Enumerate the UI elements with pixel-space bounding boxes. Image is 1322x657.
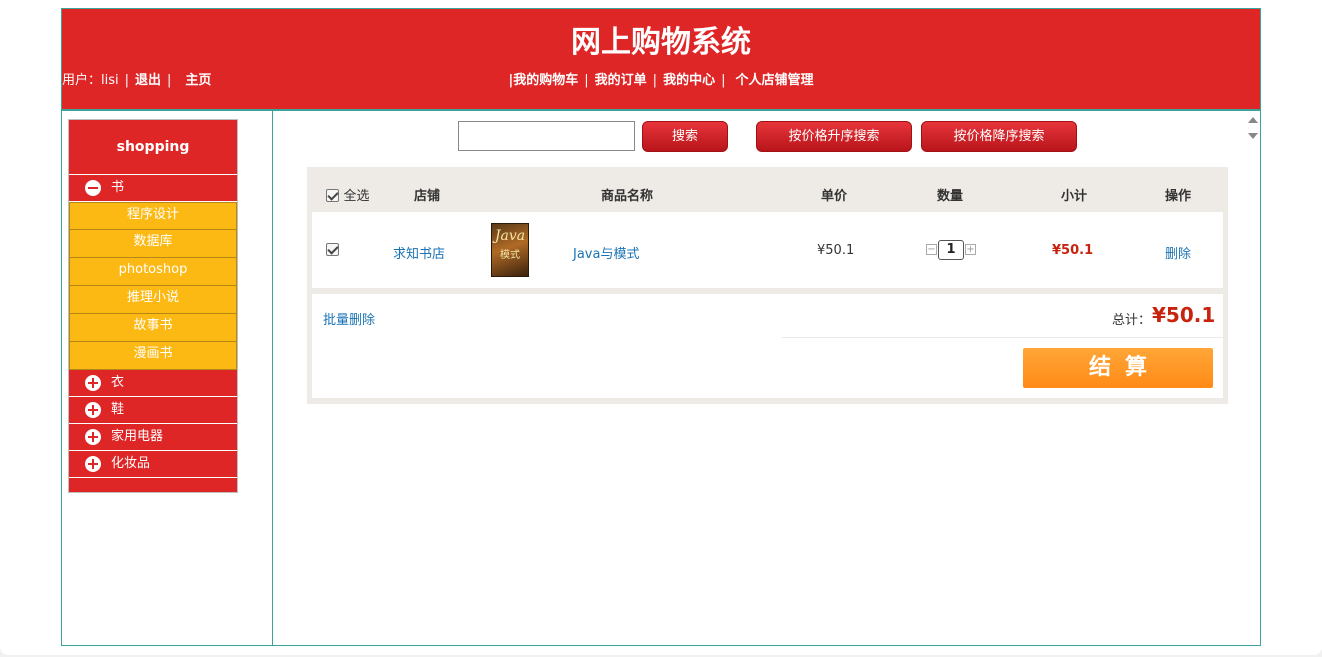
nav-my-center[interactable]: 我的中心 xyxy=(663,73,715,88)
category-menu-title: shopping xyxy=(69,120,237,175)
nav-shop-admin[interactable]: 个人店铺管理 xyxy=(735,73,813,88)
minus-icon[interactable]: − xyxy=(926,244,937,255)
separator: | xyxy=(584,73,589,88)
header-quantity: 数量 xyxy=(937,189,964,204)
minus-circle-icon[interactable] xyxy=(85,180,101,196)
item-name-link[interactable]: Java与模式 xyxy=(573,243,639,262)
header-shop: 店铺 xyxy=(414,189,441,204)
item-unit-price: ¥50.1 xyxy=(817,243,855,258)
plus-circle-icon[interactable] xyxy=(85,375,101,391)
delete-item-link[interactable]: 删除 xyxy=(1165,243,1191,262)
cart-footer: 批量删除 总计： ¥50.1 结算 xyxy=(312,294,1223,398)
scroll-up-icon[interactable] xyxy=(1248,117,1258,123)
separator: | xyxy=(652,73,658,88)
category-label: 化妆品 xyxy=(111,456,151,471)
app-frame: 网上购物系统 用户：lisi | 退出 | 主页 |我的购物车 | 我的订单 | 我的中心 | 个人… xyxy=(61,8,1261,646)
main-content: 搜索 按价格升序搜索 按价格降序搜索 全选 店铺 商品名称 单价 数量 小计 操… xyxy=(274,111,1260,645)
top-nav: |我的购物车 | 我的订单 | 我的中心 | 个人店铺管理 xyxy=(62,69,1260,88)
category-label: 书 xyxy=(111,180,125,195)
cover-subtitle: 模式 xyxy=(500,250,520,261)
plus-icon[interactable]: + xyxy=(965,244,976,255)
category-cosmetics[interactable]: 化妆品 xyxy=(69,451,237,478)
cart-table-header: 全选 店铺 商品名称 单价 数量 小计 操作 xyxy=(307,167,1228,212)
cart-item-row: 求知书店 Java 模式 Java与模式 ¥50.1 − 1 + ¥50.1 删… xyxy=(312,212,1223,288)
total-amount: ¥50.1 xyxy=(1152,303,1216,327)
header-action: 操作 xyxy=(1165,189,1192,204)
header-product: 商品名称 xyxy=(601,189,654,204)
nav-my-orders[interactable]: 我的订单 xyxy=(595,73,647,88)
item-checkbox[interactable] xyxy=(326,243,339,256)
subcategory-mystery[interactable]: 推理小说 xyxy=(69,286,237,314)
search-input[interactable] xyxy=(458,121,635,151)
separator: | xyxy=(721,73,726,88)
select-all[interactable]: 全选 xyxy=(326,185,370,204)
site-title: 网上购物系统 xyxy=(571,25,751,60)
subcategory-storybook[interactable]: 故事书 xyxy=(69,314,237,342)
select-all-checkbox[interactable] xyxy=(326,189,339,202)
item-subtotal: ¥50.1 xyxy=(1052,243,1094,258)
subcategory-database[interactable]: 数据库 xyxy=(69,230,237,258)
category-books[interactable]: 书 xyxy=(69,175,237,202)
cover-title: Java xyxy=(494,228,526,244)
bulk-delete-link[interactable]: 批量删除 xyxy=(323,309,375,328)
plus-circle-icon[interactable] xyxy=(85,456,101,472)
scroll-down-icon[interactable] xyxy=(1248,133,1258,139)
item-shop-link[interactable]: 求知书店 xyxy=(393,243,445,262)
category-clothes[interactable]: 衣 xyxy=(69,370,237,397)
plus-circle-icon[interactable] xyxy=(85,429,101,445)
category-label: 鞋 xyxy=(111,402,125,417)
books-submenu: 程序设计 数据库 photoshop 推理小说 故事书 漫画书 xyxy=(69,202,237,370)
subcategory-photoshop[interactable]: photoshop xyxy=(69,258,237,286)
category-shoes[interactable]: 鞋 xyxy=(69,397,237,424)
scrollbar[interactable] xyxy=(1248,117,1258,139)
subcategory-programming[interactable]: 程序设计 xyxy=(69,202,237,230)
category-menu: shopping 书 程序设计 数据库 photoshop 推理小说 故事书 漫… xyxy=(68,119,238,493)
subcategory-comics[interactable]: 漫画书 xyxy=(69,342,237,370)
page: 网上购物系统 用户：lisi | 退出 | 主页 |我的购物车 | 我的订单 | 我的中心 | 个人… xyxy=(0,0,1322,655)
product-thumbnail[interactable]: Java 模式 xyxy=(491,223,529,277)
left-sidebar: shopping 书 程序设计 数据库 photoshop 推理小说 故事书 漫… xyxy=(62,111,273,645)
category-appliances[interactable]: 家用电器 xyxy=(69,424,237,451)
category-label: 家用电器 xyxy=(111,429,164,444)
checkout-button[interactable]: 结算 xyxy=(1023,348,1213,388)
quantity-input[interactable]: 1 xyxy=(938,240,964,260)
select-all-label: 全选 xyxy=(343,189,370,204)
sort-price-asc-button[interactable]: 按价格升序搜索 xyxy=(756,121,912,152)
total-label: 总计： xyxy=(1112,313,1152,328)
header-unit-price: 单价 xyxy=(821,189,848,204)
shopping-cart: 全选 店铺 商品名称 单价 数量 小计 操作 求知书店 Java 模式 Java… xyxy=(307,167,1228,404)
category-menu-footer xyxy=(69,478,237,492)
header-subtotal: 小计 xyxy=(1061,189,1088,204)
category-label: 衣 xyxy=(111,375,125,390)
header: 网上购物系统 用户：lisi | 退出 | 主页 |我的购物车 | 我的订单 | 我的中心 | 个人… xyxy=(62,9,1260,111)
search-button[interactable]: 搜索 xyxy=(642,121,728,152)
plus-circle-icon[interactable] xyxy=(85,402,101,418)
nav-my-cart[interactable]: |我的购物车 xyxy=(509,73,579,88)
sort-price-desc-button[interactable]: 按价格降序搜索 xyxy=(921,121,1077,152)
divider xyxy=(782,337,1223,338)
